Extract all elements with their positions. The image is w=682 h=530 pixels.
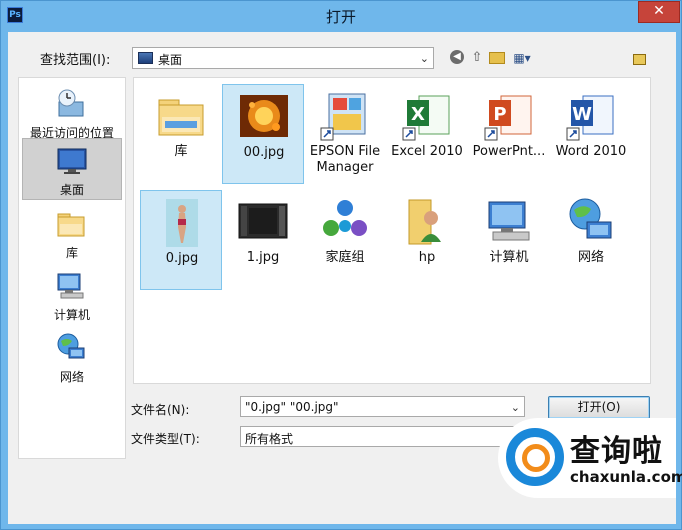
file-type-label: 文件类型(T): <box>131 432 200 446</box>
fire-image-thumbnail <box>240 95 288 137</box>
library-folder-icon <box>57 213 85 237</box>
file-item[interactable]: 00.jpg <box>222 84 304 184</box>
excel-shortcut-icon: X <box>402 95 450 141</box>
file-item[interactable]: 计算机 <box>468 190 550 290</box>
place-network[interactable]: 网络 <box>22 326 122 388</box>
file-item[interactable]: 1.jpg <box>222 190 304 290</box>
chevron-down-icon[interactable]: ⌄ <box>511 401 520 414</box>
look-in-dropdown[interactable]: 桌面 ⌄ <box>132 47 434 69</box>
place-computer[interactable]: 计算机 <box>22 264 122 326</box>
place-label: 桌面 <box>59 183 84 197</box>
places-bar: 最近访问的位置 桌面 库 计算机 网络 <box>18 77 126 459</box>
file-item[interactable]: X Excel 2010 <box>386 84 468 184</box>
look-in-label: 查找范围(I): <box>40 53 111 68</box>
file-item[interactable]: 库 <box>140 84 222 184</box>
place-desktop[interactable]: 桌面 <box>22 138 122 200</box>
watermark-title: 查询啦 <box>570 434 663 469</box>
svg-text:X: X <box>411 104 425 125</box>
open-button[interactable]: 打开(O) <box>548 396 650 419</box>
computer-icon <box>57 273 84 299</box>
library-folder-icon <box>158 99 204 136</box>
view-menu-icon[interactable]: ▦▾ <box>510 50 534 66</box>
back-icon[interactable]: ◀ <box>450 50 464 64</box>
new-folder-icon[interactable] <box>489 52 505 64</box>
file-item[interactable]: P PowerPnt... <box>468 84 550 184</box>
place-label: 网络 <box>59 370 84 384</box>
powerpoint-shortcut-icon: P <box>484 95 532 141</box>
favorite-folder-icon[interactable] <box>633 54 646 65</box>
file-type-value: 所有格式 <box>245 432 294 446</box>
look-in-value: 桌面 <box>158 53 183 67</box>
file-item[interactable]: EPSON File Manager <box>304 84 386 184</box>
epson-shortcut-icon <box>320 93 366 141</box>
file-label: Word 2010 <box>555 144 627 159</box>
file-name-input[interactable]: "0.jpg" "00.jpg" ⌄ <box>240 396 525 417</box>
watermark-logo: 查询啦 chaxunla.com <box>498 418 682 498</box>
computer-icon <box>488 201 530 241</box>
place-recent[interactable]: 最近访问的位置 <box>22 82 122 144</box>
close-button[interactable]: ✕ <box>638 1 680 23</box>
file-list[interactable]: 库 00.jpg EPSON File Manager X Excel 2010… <box>133 77 651 384</box>
file-type-dropdown[interactable]: 所有格式 ⌄ <box>240 426 525 447</box>
dialog-title: 打开 <box>325 8 356 26</box>
title-bar[interactable]: Ps 打开 ✕ <box>1 1 681 31</box>
file-item[interactable]: 家庭组 <box>304 190 386 290</box>
watermark-subtitle: chaxunla.com <box>570 468 682 486</box>
place-label: 计算机 <box>53 308 90 322</box>
svg-text:W: W <box>572 104 592 125</box>
word-shortcut-icon: W <box>566 95 614 141</box>
chevron-down-icon: ⌄ <box>419 52 429 65</box>
figure-image-thumbnail <box>166 199 198 247</box>
file-item[interactable]: 网络 <box>550 190 632 290</box>
place-library[interactable]: 库 <box>22 202 122 264</box>
homegroup-icon <box>323 200 367 236</box>
file-item[interactable]: 0.jpg <box>140 190 222 290</box>
file-name-value: "0.jpg" "00.jpg" <box>245 400 339 414</box>
file-name-label: 文件名(N): <box>131 403 190 417</box>
desktop-icon <box>57 148 87 174</box>
file-item[interactable]: hp <box>386 190 468 290</box>
open-dialog-window: Ps 打开 ✕ 查找范围(I): 桌面 ⌄ ◀ ⇧ ▦▾ 最近访问的位置 桌面 … <box>0 0 682 530</box>
search-q-inner-icon <box>522 444 550 472</box>
screenshot-image-thumbnail <box>238 203 288 239</box>
svg-text:P: P <box>493 104 506 125</box>
user-folder-icon <box>408 199 441 245</box>
file-item[interactable]: W Word 2010 <box>550 84 632 184</box>
up-folder-icon[interactable]: ⇧ <box>470 50 484 66</box>
desktop-icon <box>138 52 153 64</box>
network-globe-icon <box>569 198 612 239</box>
recent-places-icon <box>58 89 84 117</box>
file-label: 网络 <box>577 250 604 265</box>
network-globe-icon <box>57 333 85 359</box>
place-label: 库 <box>65 246 78 260</box>
